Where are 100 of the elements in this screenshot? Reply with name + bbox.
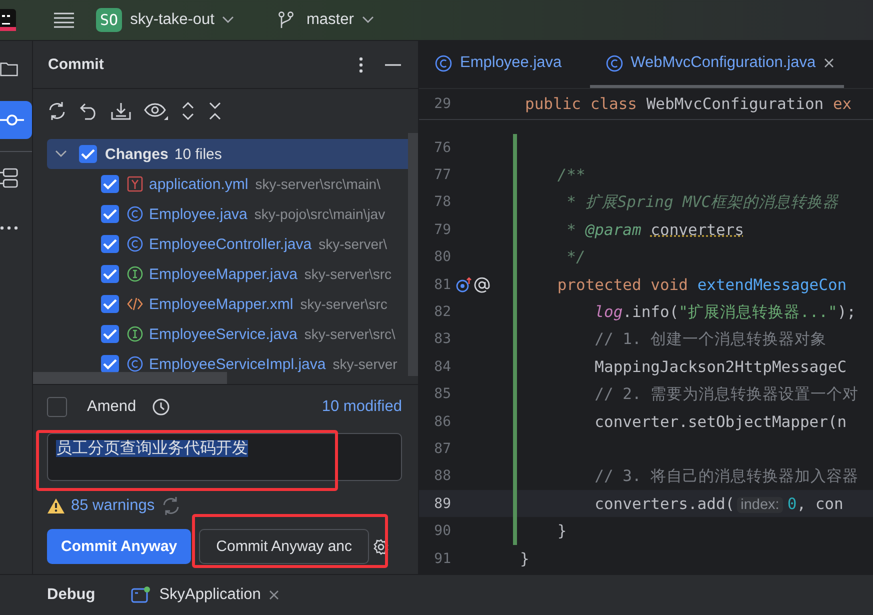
line-number: 86	[433, 414, 451, 430]
file-path: sky-server\src	[300, 296, 388, 312]
class-icon	[127, 356, 143, 372]
file-name[interactable]: EmployeeController.java	[149, 236, 312, 252]
line-number: 77	[433, 167, 451, 184]
checkbox[interactable]	[101, 265, 119, 283]
file-name[interactable]: EmployeeMapper.xml	[149, 296, 294, 312]
code-line: protected void extendMessageCon	[556, 276, 847, 294]
debug-session-tab[interactable]: SkyApplication	[131, 586, 279, 604]
override-icon[interactable]	[456, 276, 472, 293]
line-number: 83	[433, 331, 451, 348]
interface-icon	[127, 266, 143, 282]
line-number: 84	[433, 358, 451, 375]
tool-window-title: Debug	[47, 586, 96, 604]
file-path: sky-server\src\	[304, 326, 396, 342]
app-logo-icon[interactable]	[0, 9, 16, 31]
file-name[interactable]: application.yml	[149, 176, 248, 192]
clock-icon[interactable]	[152, 398, 170, 416]
refresh-icon[interactable]	[47, 101, 67, 121]
file-name[interactable]: Employee.java	[149, 206, 248, 222]
line-number: 90	[433, 523, 451, 540]
code-line: log.info("扩展消息转换器...");	[594, 302, 856, 323]
close-icon[interactable]	[268, 590, 279, 600]
code-line: // 3. 将自己的消息转换器加入容器	[594, 466, 859, 487]
eye-icon[interactable]	[144, 102, 168, 120]
xml-file-icon	[127, 296, 143, 312]
checkbox[interactable]	[101, 295, 119, 313]
checkbox[interactable]	[101, 355, 119, 373]
branch-icon[interactable]	[278, 11, 294, 29]
menu-icon[interactable]	[54, 12, 74, 28]
line-number: 88	[433, 468, 451, 484]
file-path: sky-server\	[318, 236, 388, 252]
yaml-file-icon	[127, 176, 143, 192]
class-icon	[435, 54, 452, 72]
commit-button[interactable]: Commit Anyway anc	[199, 529, 370, 564]
code-line: MappingJackson2HttpMessageC	[594, 358, 847, 376]
line-number: 81	[433, 276, 451, 293]
file-path: sky-server\src	[304, 266, 392, 282]
code-line: // 1. 创建一个消息转换器对象	[594, 328, 827, 350]
checkbox[interactable]	[101, 325, 119, 343]
line-number: 87	[433, 440, 451, 457]
file-path: sky-server	[332, 356, 398, 372]
interface-icon	[127, 326, 143, 342]
code-line: */	[566, 248, 586, 266]
project-badge: SO	[96, 8, 122, 32]
line-number: 91	[433, 550, 451, 567]
file-path: sky-pojo\src\main\jav	[254, 206, 386, 222]
code-line: * 扩展Spring MVC框架的消息转换器	[566, 192, 839, 213]
caret-icon[interactable]	[222, 16, 234, 24]
warnings-link[interactable]: 85 warnings	[71, 497, 155, 515]
project-name[interactable]: sky-take-out	[130, 11, 214, 29]
more-icon[interactable]	[359, 56, 363, 72]
collapse-all-icon[interactable]	[208, 101, 222, 121]
annotation-icon[interactable]	[474, 276, 490, 293]
file-name[interactable]: EmployeeMapper.java	[149, 266, 298, 282]
modified-link[interactable]: 10 modified	[322, 398, 402, 416]
caret-icon[interactable]	[362, 16, 374, 24]
code-line: }	[520, 550, 530, 568]
line-number: 82	[433, 304, 451, 320]
line-number: 79	[433, 222, 451, 238]
editor-tab[interactable]: WebMvcConfiguration.java	[590, 41, 844, 88]
file-count: 10 files	[174, 146, 222, 162]
branch-name[interactable]: master	[306, 11, 354, 29]
line-number: 80	[433, 249, 451, 266]
minimize-icon[interactable]	[385, 64, 401, 66]
scrollbar[interactable]	[33, 372, 227, 384]
line-number: 76	[433, 140, 451, 156]
undo-icon[interactable]	[80, 102, 98, 120]
checkbox[interactable]	[101, 175, 119, 193]
code-line: }	[556, 522, 567, 540]
close-icon[interactable]	[824, 58, 834, 68]
group-label: Changes	[105, 146, 168, 162]
code-line: * @param converters	[566, 220, 744, 239]
editor-tab[interactable]: Employee.java	[419, 41, 572, 88]
amend-label[interactable]: Amend	[87, 398, 136, 416]
line-number: 78	[433, 194, 451, 210]
download-icon[interactable]	[111, 102, 131, 120]
line-number: 29	[433, 96, 451, 112]
scrollbar[interactable]	[408, 133, 418, 376]
commit-button[interactable]: Commit Anyway	[47, 529, 192, 564]
chevron-icon[interactable]	[55, 150, 67, 158]
commit-icon[interactable]	[0, 101, 32, 139]
code-line: converter.setObjectMapper(n	[594, 412, 847, 431]
line-number: 89	[433, 496, 451, 512]
class-icon	[127, 236, 143, 252]
code-line: public class WebMvcConfiguration ex	[525, 95, 852, 113]
checkbox[interactable]	[101, 205, 119, 223]
file-path: sky-server\src\main\	[255, 176, 380, 192]
code-line: converters.add( index: 0, con	[594, 494, 844, 513]
code-line: /**	[556, 166, 586, 184]
class-icon	[606, 54, 623, 72]
file-name[interactable]: EmployeeService.java	[149, 326, 298, 342]
file-name[interactable]: EmployeeServiceImpl.java	[149, 356, 326, 372]
commit-message-field[interactable]: 员工分页查询业务代码开发	[47, 433, 402, 481]
checkbox[interactable]	[101, 235, 119, 253]
checkbox[interactable]	[79, 145, 97, 163]
expand-all-icon[interactable]	[181, 101, 195, 121]
class-icon	[127, 206, 143, 222]
code-line: // 2. 需要为消息转换器设置一个对	[594, 384, 859, 405]
checkbox[interactable]	[47, 397, 67, 417]
